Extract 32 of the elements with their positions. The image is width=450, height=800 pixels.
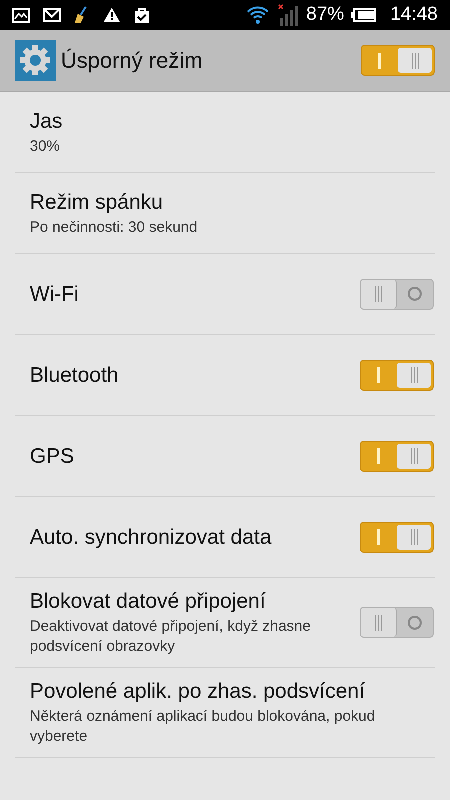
toggle-switch[interactable] bbox=[361, 45, 435, 76]
battery-percent: 87% bbox=[306, 2, 344, 27]
setting-row[interactable]: Režim spánku Po nečinnosti: 30 sekund bbox=[15, 173, 435, 254]
settings-icon bbox=[15, 40, 56, 81]
setting-title: Blokovat datové připojení bbox=[30, 589, 267, 615]
signal-icon bbox=[277, 4, 300, 26]
mail-icon bbox=[43, 8, 61, 22]
wifi-icon bbox=[246, 5, 270, 25]
setting-title: GPS bbox=[30, 444, 76, 470]
clock: 14:48 bbox=[390, 2, 438, 27]
toggle-switch[interactable] bbox=[360, 360, 434, 390]
toggle-switch[interactable] bbox=[360, 278, 434, 310]
setting-title: Auto. synchronizovat data bbox=[30, 524, 273, 550]
setting-summary: Po nečinnosti: 30 sekund bbox=[30, 218, 199, 238]
picture-icon bbox=[12, 8, 30, 22]
setting-row[interactable]: Jas 30% bbox=[15, 92, 435, 173]
setting-summary: Některá oznámení aplikací budou blokována, pokud vyberete bbox=[30, 707, 376, 747]
warning-icon bbox=[103, 7, 121, 23]
setting-title: Jas bbox=[30, 108, 64, 134]
shopping-bag-icon bbox=[134, 6, 150, 24]
setting-row[interactable]: Povolené aplik. po zhas. podsvícení Některá oznámení aplikací budou blokována, pokud vyberete bbox=[15, 668, 435, 758]
battery-icon bbox=[351, 8, 378, 22]
toggle-switch[interactable] bbox=[360, 522, 434, 552]
page-title: Úsporný režim bbox=[61, 47, 203, 75]
setting-title: Režim spánku bbox=[30, 190, 164, 216]
setting-summary: 30% bbox=[30, 136, 62, 156]
setting-title: Bluetooth bbox=[30, 362, 120, 388]
toggle-switch[interactable] bbox=[360, 440, 434, 472]
setting-title: Povolené aplik. po zhas. podsvícení bbox=[30, 679, 366, 705]
setting-summary: Deaktivovat datové připojení, když zhasne podsvícení obrazovky bbox=[30, 617, 312, 657]
setting-title: Wi-Fi bbox=[30, 282, 80, 308]
toggle-switch[interactable] bbox=[360, 607, 434, 638]
